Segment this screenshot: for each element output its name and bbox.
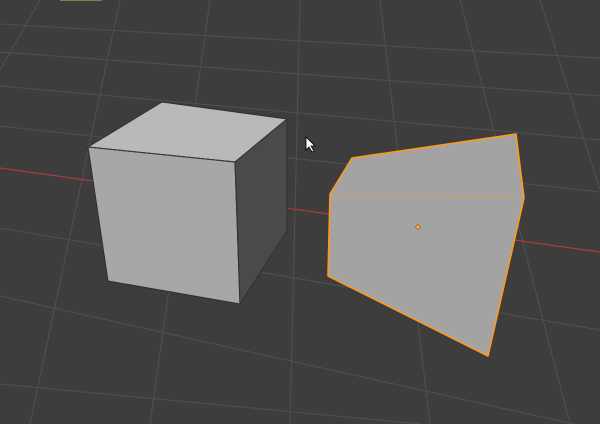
mesh-face bbox=[327, 133, 525, 357]
3d-viewport[interactable] bbox=[0, 0, 600, 424]
selected-mesh-object[interactable] bbox=[327, 133, 525, 357]
origin-point bbox=[415, 224, 421, 230]
cube-front-face bbox=[87, 146, 241, 305]
mouse-pointer-icon bbox=[305, 136, 316, 153]
cube-object[interactable] bbox=[86, 101, 289, 306]
